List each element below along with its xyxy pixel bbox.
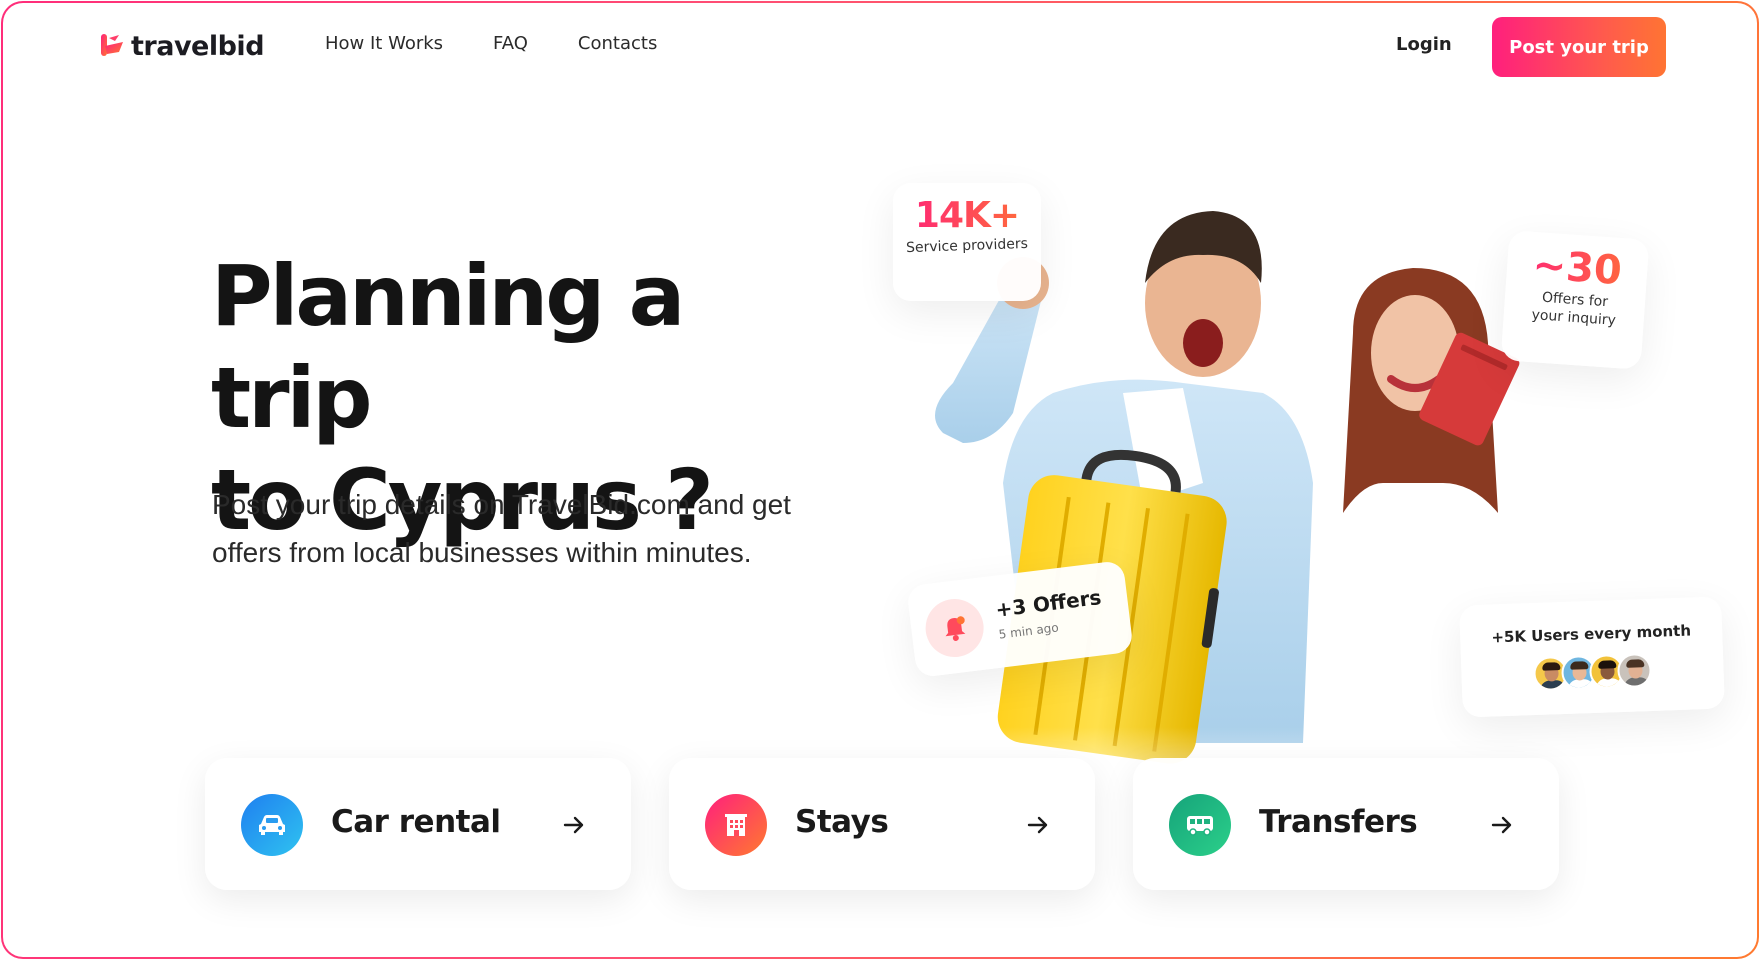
post-trip-button[interactable]: Post your trip bbox=[1492, 17, 1666, 77]
arrow-right-icon[interactable] bbox=[1471, 794, 1533, 856]
arrow-right-icon[interactable] bbox=[1007, 794, 1069, 856]
avatar bbox=[1616, 652, 1653, 689]
bell-icon bbox=[922, 595, 987, 661]
users-label: +5K Users every month bbox=[1491, 621, 1692, 647]
stat-card-offers: ~30 Offers for your inquiry bbox=[1500, 230, 1650, 370]
category-car-rental[interactable]: Car rental bbox=[205, 758, 631, 890]
logo-text: travelbid bbox=[131, 30, 265, 62]
category-label: Car rental bbox=[331, 804, 501, 840]
avatar-group bbox=[1461, 650, 1724, 693]
notification-time: 5 min ago bbox=[997, 620, 1060, 642]
providers-label: Service providers bbox=[905, 235, 1029, 257]
nav-contacts[interactable]: Contacts bbox=[578, 33, 657, 54]
users-card: +5K Users every month bbox=[1459, 596, 1725, 718]
hero-title-line1: Planning a trip bbox=[211, 247, 685, 447]
logo-mark-icon bbox=[101, 34, 123, 56]
notification-title: +3 Offers bbox=[994, 585, 1103, 622]
category-stays[interactable]: Stays bbox=[669, 758, 1095, 890]
building-icon bbox=[705, 794, 767, 856]
category-label: Stays bbox=[795, 804, 889, 840]
hero-subtitle: Post your trip details on TravelBid.com … bbox=[212, 481, 862, 577]
nav-faq[interactable]: FAQ bbox=[493, 33, 528, 54]
car-icon bbox=[241, 794, 303, 856]
category-label: Transfers bbox=[1259, 804, 1418, 840]
page-frame: travelbid How It Works FAQ Contacts Logi… bbox=[1, 1, 1759, 959]
stat-card-providers: 14K+ Service providers bbox=[893, 183, 1041, 301]
hero-subtitle-line2: offers from local businesses within minu… bbox=[212, 537, 752, 568]
hero-subtitle-line1: Post your trip details on TravelBid.com … bbox=[212, 489, 791, 520]
top-navbar: travelbid How It Works FAQ Contacts Logi… bbox=[3, 3, 1757, 93]
category-transfers[interactable]: Transfers bbox=[1133, 758, 1559, 890]
arrow-right-icon[interactable] bbox=[543, 794, 605, 856]
providers-value: 14K+ bbox=[893, 195, 1041, 236]
bus-icon bbox=[1169, 794, 1231, 856]
hero-illustration: 14K+ Service providers ~30 Offers for yo… bbox=[883, 183, 1743, 823]
nav-how-it-works[interactable]: How It Works bbox=[325, 33, 443, 54]
main-nav: How It Works FAQ Contacts bbox=[325, 33, 657, 54]
login-link[interactable]: Login bbox=[1396, 34, 1452, 55]
logo[interactable]: travelbid bbox=[99, 29, 265, 63]
